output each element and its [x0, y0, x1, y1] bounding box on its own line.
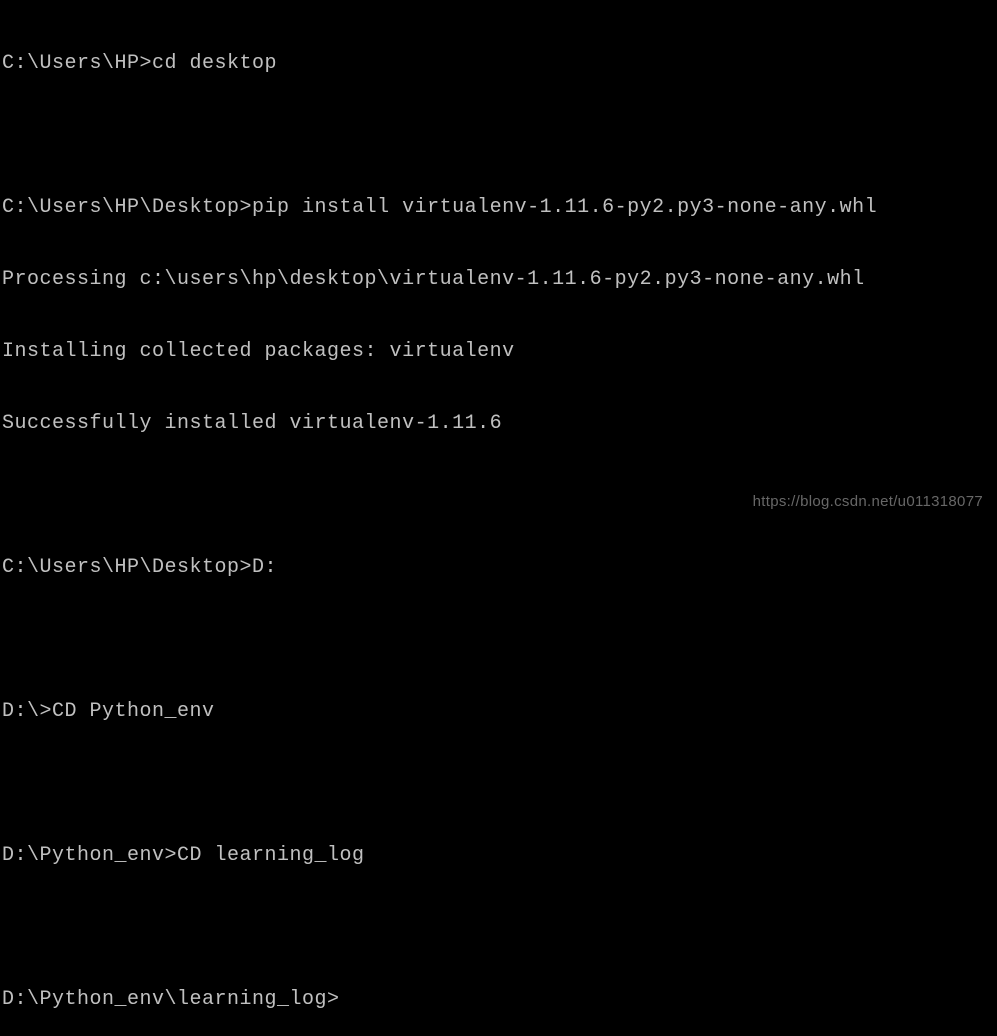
prompt: C:\Users\HP\Desktop>: [2, 556, 252, 579]
command: cd desktop: [152, 52, 277, 75]
terminal-line: Installing collected packages: virtualen…: [2, 340, 995, 364]
terminal-line: D:\Python_env\learning_log>: [2, 988, 995, 1012]
terminal-line: Successfully installed virtualenv-1.11.6: [2, 412, 995, 436]
terminal-line: [2, 124, 995, 148]
output-text: Processing c:\users\hp\desktop\virtualen…: [2, 268, 865, 291]
prompt: D:\Python_env\learning_log>: [2, 988, 340, 1011]
watermark-text: https://blog.csdn.net/u011318077: [753, 493, 983, 511]
terminal-line: C:\Users\HP\Desktop>D:: [2, 556, 995, 580]
terminal-line: [2, 628, 995, 652]
prompt: C:\Users\HP\Desktop>: [2, 196, 252, 219]
terminal-line: D:\Python_env>CD learning_log: [2, 844, 995, 868]
terminal-line: [2, 916, 995, 940]
terminal-line: [2, 772, 995, 796]
command: D:: [252, 556, 277, 579]
prompt: D:\Python_env>: [2, 844, 177, 867]
terminal-output[interactable]: C:\Users\HP>cd desktop C:\Users\HP\Deskt…: [2, 4, 995, 1036]
prompt: D:\>: [2, 700, 52, 723]
command: CD Python_env: [52, 700, 215, 723]
terminal-line: Processing c:\users\hp\desktop\virtualen…: [2, 268, 995, 292]
command: CD learning_log: [177, 844, 365, 867]
terminal-line: C:\Users\HP\Desktop>pip install virtuale…: [2, 196, 995, 220]
output-text: Installing collected packages: virtualen…: [2, 340, 515, 363]
output-text: Successfully installed virtualenv-1.11.6: [2, 412, 502, 435]
terminal-line: D:\>CD Python_env: [2, 700, 995, 724]
command: pip install virtualenv-1.11.6-py2.py3-no…: [252, 196, 877, 219]
terminal-line: C:\Users\HP>cd desktop: [2, 52, 995, 76]
prompt: C:\Users\HP>: [2, 52, 152, 75]
